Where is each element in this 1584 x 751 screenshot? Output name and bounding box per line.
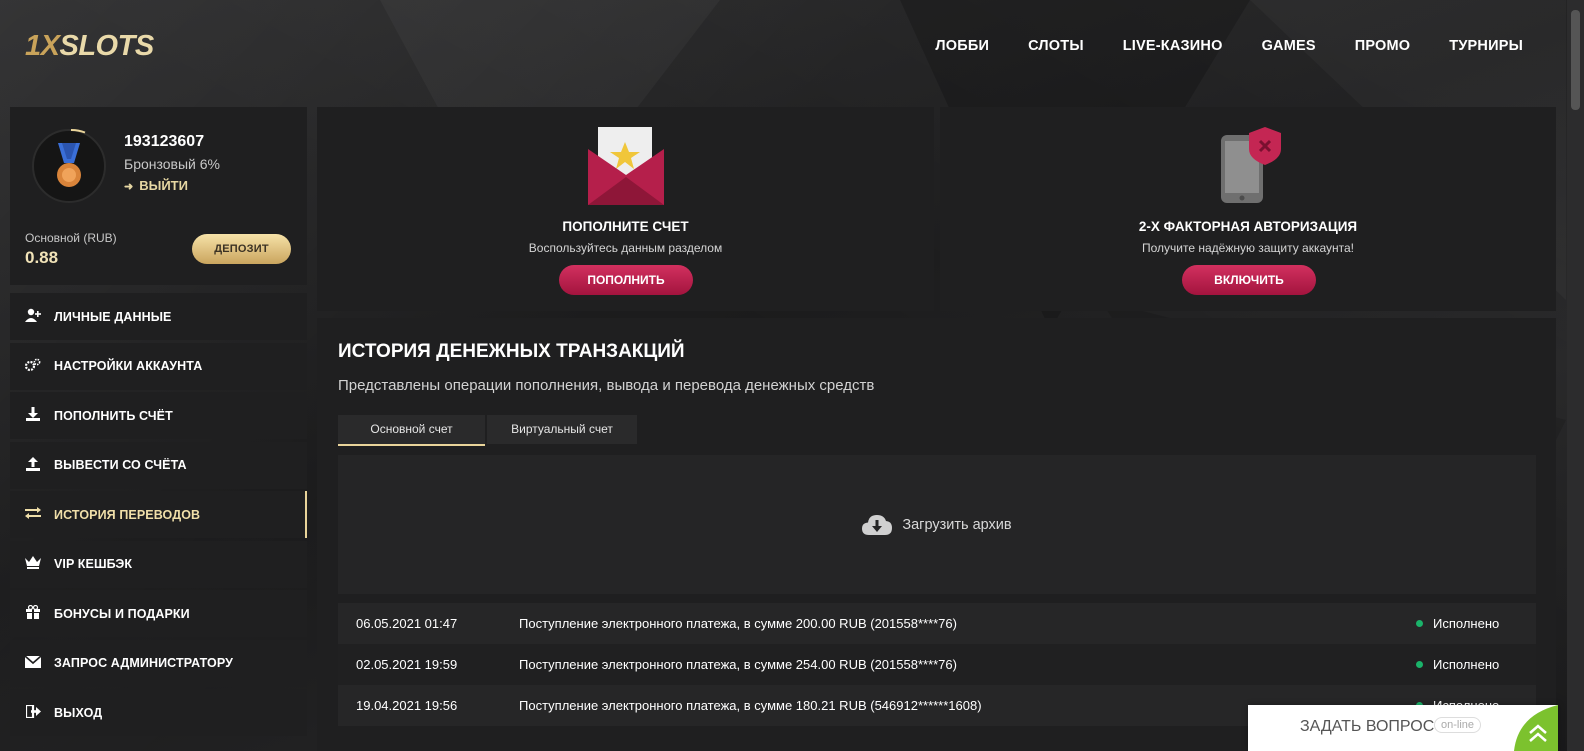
envelope-star-icon [587, 127, 664, 205]
deposit-card-button[interactable]: ПОПОЛНИТЬ [559, 265, 693, 295]
sidebar-item-label: НАСТРОЙКИ АККАУНТА [54, 359, 203, 373]
sidebar-item-label: ВЫХОД [54, 705, 103, 720]
page-scrollbar[interactable] [1567, 0, 1584, 751]
nav-slots[interactable]: СЛОТЫ [1028, 38, 1084, 54]
envelope-icon [24, 654, 42, 671]
deposit-button[interactable]: ДЕПОЗИТ [192, 234, 291, 264]
twofa-promo-card: 2-Х ФАКТОРНАЯ АВТОРИЗАЦИЯ Получите надёж… [940, 107, 1556, 311]
row-description: Поступление электронного платежа, в сумм… [519, 657, 957, 672]
nav-lobby[interactable]: ЛОББИ [935, 38, 989, 54]
crown-icon [25, 556, 41, 572]
chat-status-badge: on-line [1434, 717, 1482, 733]
deposit-promo-card: ПОПОЛНИТЕ СЧЕТ Воспользуйтесь данным раз… [317, 107, 934, 311]
sidebar-item-label: VIP КЕШБЭК [54, 557, 133, 571]
download-icon [25, 407, 41, 424]
row-date: 02.05.2021 19:59 [356, 657, 458, 672]
row-date: 06.05.2021 01:47 [356, 616, 458, 631]
sidebar-item-transfer-history[interactable]: ИСТОРИЯ ПЕРЕВОДОВ [10, 491, 307, 538]
sign-out-icon [24, 703, 41, 721]
page-subtitle: Представлены операции пополнения, вывода… [338, 377, 875, 394]
chevron-up-icon[interactable] [1514, 705, 1558, 751]
download-archive-button[interactable]: Загрузить архив [338, 455, 1536, 594]
user-plus-icon [25, 308, 41, 325]
twofa-card-title: 2-Х ФАКТОРНАЯ АВТОРИЗАЦИЯ [1138, 219, 1358, 234]
user-id: 193123607 [124, 133, 205, 150]
sidebar-item-admin-request[interactable]: ЗАПРОС АДМИНИСТРАТОРУ [10, 639, 307, 687]
phone-shield-icon [1221, 127, 1281, 203]
logout-link[interactable]: ➜ ВЫЙТИ [124, 178, 188, 193]
upload-icon [25, 456, 41, 474]
row-status: Исполнено [1416, 616, 1536, 631]
logout-label: ВЫЙТИ [139, 178, 188, 193]
user-level: Бронзовый 6% [124, 156, 220, 172]
chat-label: ЗАДАТЬ ВОПРОС [1300, 718, 1435, 735]
row-status-label: Исполнено [1433, 657, 1500, 672]
gears-icon [24, 358, 41, 375]
row-status-label: Исполнено [1433, 616, 1500, 631]
sidebar-menu: ЛИЧНЫЕ ДАННЫЕ НАСТРОЙКИ АККАУНТА ПОПОЛНИ… [10, 293, 307, 739]
sidebar-item-label: ЗАПРОС АДМИНИСТРАТОРУ [54, 656, 233, 670]
deposit-card-subtitle: Воспользуйтесь данным разделом [528, 241, 723, 255]
balance-value: 0.88 [25, 248, 59, 267]
status-dot-icon [1416, 620, 1423, 627]
nav-live-casino[interactable]: LIVE-КАЗИНО [1123, 38, 1223, 54]
table-row: 06.05.2021 01:47 Поступление электронног… [338, 603, 1536, 644]
sidebar-item-label: ИСТОРИЯ ПЕРЕВОДОВ [54, 507, 201, 522]
page-title: ИСТОРИЯ ДЕНЕЖНЫХ ТРАНЗАКЦИЙ [338, 341, 685, 362]
sidebar-item-label: ПОПОЛНИТЬ СЧЁТ [54, 408, 173, 423]
table-row: 02.05.2021 19:59 Поступление электронног… [338, 644, 1536, 685]
level-avatar [32, 128, 106, 203]
tab-main-account[interactable]: Основной счет [338, 415, 485, 446]
bronze-medal-icon [57, 143, 81, 187]
account-tabs: Основной счет Виртуальный счет [338, 415, 637, 446]
sidebar-item-label: ЛИЧНЫЕ ДАННЫЕ [54, 309, 172, 324]
balance-label: Основной (RUB) [25, 231, 117, 245]
scrollbar-thumb[interactable] [1571, 10, 1580, 110]
nav-tournaments[interactable]: ТУРНИРЫ [1449, 38, 1523, 54]
transfer-arrows-icon [25, 507, 41, 522]
sidebar-item-logout[interactable]: ВЫХОД [10, 689, 307, 736]
row-date: 19.04.2021 19:56 [356, 698, 458, 713]
sidebar-item-label: ВЫВЕСТИ СО СЧЁТА [54, 458, 187, 472]
sidebar-item-deposit[interactable]: ПОПОЛНИТЬ СЧЁТ [10, 392, 307, 439]
twofa-enable-button[interactable]: ВКЛЮЧИТЬ [1182, 265, 1316, 295]
profile-card: 193123607 Бронзовый 6% ➜ ВЫЙТИ Основной (… [10, 107, 307, 285]
tab-virtual-account[interactable]: Виртуальный счет [487, 415, 637, 444]
nav-games[interactable]: GAMES [1262, 38, 1316, 54]
nav-promo[interactable]: ПРОМО [1355, 38, 1411, 54]
row-description: Поступление электронного платежа, в сумм… [519, 616, 957, 631]
twofa-card-subtitle: Получите надёжную защиту аккаунта! [1141, 241, 1354, 255]
site-logo[interactable]: 1XSLOTS [25, 30, 154, 63]
sidebar-item-vip-cashback[interactable]: VIP КЕШБЭК [10, 540, 307, 588]
sidebar-item-bonuses[interactable]: БОНУСЫ И ПОДАРКИ [10, 590, 307, 637]
sidebar-item-personal-data[interactable]: ЛИЧНЫЕ ДАННЫЕ [10, 293, 307, 340]
sidebar-item-withdraw[interactable]: ВЫВЕСТИ СО СЧЁТА [10, 441, 307, 489]
chat-widget[interactable]: ЗАДАТЬ ВОПРОС on-line [1248, 705, 1558, 751]
sidebar-item-label: БОНУСЫ И ПОДАРКИ [54, 606, 190, 621]
row-status: Исполнено [1416, 657, 1536, 672]
sidebar-item-account-settings[interactable]: НАСТРОЙКИ АККАУНТА [10, 342, 307, 390]
status-dot-icon [1416, 661, 1423, 668]
sign-out-icon: ➜ [124, 181, 134, 193]
main-nav: ЛОББИ СЛОТЫ LIVE-КАЗИНО GAMES ПРОМО ТУРН… [935, 38, 1523, 54]
top-header: 1XSLOTS ЛОББИ СЛОТЫ LIVE-КАЗИНО GAMES ПР… [0, 0, 1566, 96]
archive-label: Загрузить архив [902, 516, 1012, 533]
deposit-card-title: ПОПОЛНИТЕ СЧЕТ [562, 219, 689, 234]
transaction-history-panel: ИСТОРИЯ ДЕНЕЖНЫХ ТРАНЗАКЦИЙ Представлены… [317, 318, 1556, 751]
gift-icon [25, 604, 41, 622]
cloud-download-icon [862, 514, 893, 535]
